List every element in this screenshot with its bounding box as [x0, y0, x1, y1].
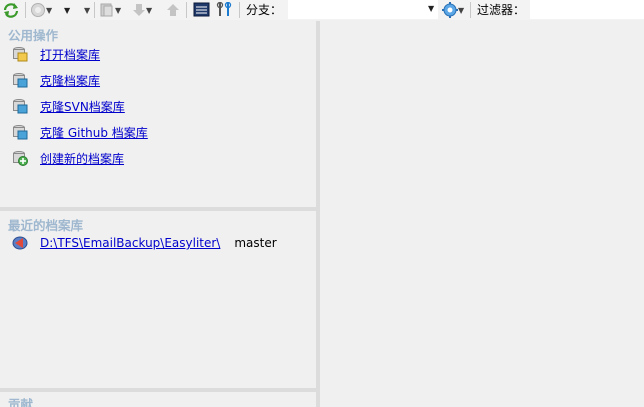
refresh-button[interactable] [2, 1, 20, 19]
toolbar-separator [25, 2, 26, 18]
git-repo-icon [12, 236, 28, 250]
toolbar-separator [186, 2, 187, 18]
contribute-section: 贡献 [0, 392, 316, 407]
section-title: 贡献 [8, 397, 34, 407]
circle-back-icon [31, 3, 45, 17]
toolbar-separator [470, 2, 471, 18]
section-title: 公用操作 [8, 28, 59, 43]
branch-settings-button[interactable]: ▼ [442, 1, 464, 19]
more-dropdown[interactable]: ▼ [84, 1, 90, 19]
chevron-down-icon[interactable]: ▼ [46, 6, 52, 15]
clone-github-link[interactable]: 克隆 Github 档案库 [40, 124, 148, 141]
pull-button[interactable]: ▼ [132, 1, 152, 19]
refresh-icon [3, 3, 19, 18]
toolbar: ▼ ▼ ▼ ▼ ▼ 分支： ▼ ▼ 过滤器： [0, 0, 644, 20]
section-title: 最近的档案库 [8, 218, 84, 233]
filter-input[interactable] [530, 0, 644, 19]
chevron-down-icon[interactable]: ▼ [64, 6, 70, 15]
filter-label: 过滤器： [477, 3, 526, 17]
common-actions-section: 公用操作 打开档案库 克隆档案库 克隆SVN档案库 克隆 Github 档案库 … [0, 21, 316, 207]
list-item[interactable]: 克隆 Github 档案库 [12, 123, 148, 141]
arrow-up-icon [167, 4, 179, 16]
start-page-left-panel: 公用操作 打开档案库 克隆档案库 克隆SVN档案库 克隆 Github 档案库 … [0, 21, 316, 407]
list-item[interactable]: 打开档案库 [12, 45, 100, 63]
chevron-down-icon[interactable]: ▼ [115, 6, 121, 15]
stash-icon [100, 3, 113, 17]
console-button[interactable] [193, 1, 211, 19]
clone-svn-icon [13, 99, 28, 114]
settings-button[interactable] [216, 1, 234, 19]
clone-repo-link[interactable]: 克隆档案库 [40, 72, 100, 89]
chevron-down-icon[interactable]: ▼ [146, 6, 152, 15]
recent-repo-link[interactable]: D:\TFS\EmailBackup\Easyliter\ [40, 236, 220, 250]
toolbar-separator [239, 2, 240, 18]
open-repo-link[interactable]: 打开档案库 [40, 46, 100, 63]
chevron-down-icon[interactable]: ▼ [84, 6, 90, 15]
list-item[interactable]: 创建新的档案库 [12, 149, 124, 167]
chevron-down-icon[interactable]: ▼ [458, 6, 464, 15]
list-item[interactable]: 克隆SVN档案库 [12, 97, 125, 115]
chevron-down-icon[interactable]: ▼ [428, 4, 434, 13]
back-button[interactable]: ▼ [30, 1, 52, 19]
list-item[interactable]: 克隆档案库 [12, 71, 100, 89]
clone-repo-icon [13, 73, 28, 88]
clone-github-icon [13, 125, 28, 140]
console-icon [193, 2, 210, 17]
create-repo-link[interactable]: 创建新的档案库 [40, 150, 124, 167]
branch-label: 分支： [246, 3, 283, 17]
wrench-icon [216, 2, 232, 16]
push-button[interactable] [166, 1, 180, 19]
arrow-down-icon [133, 4, 145, 16]
recent-repo-branch: master [234, 236, 277, 250]
gear-icon [442, 2, 458, 18]
start-page-right-panel [320, 21, 644, 407]
stash-button[interactable]: ▼ [99, 1, 121, 19]
open-repo-icon [13, 47, 28, 62]
create-repo-icon [13, 151, 28, 166]
recent-repos-section: 最近的档案库 D:\TFS\EmailBackup\Easyliter\ mas… [0, 211, 316, 388]
dropdown-button[interactable]: ▼ [64, 1, 70, 19]
toolbar-separator [94, 2, 95, 18]
clone-svn-link[interactable]: 克隆SVN档案库 [40, 98, 125, 115]
branch-combobox[interactable] [288, 0, 438, 19]
list-item[interactable]: D:\TFS\EmailBackup\Easyliter\ master [12, 234, 277, 252]
